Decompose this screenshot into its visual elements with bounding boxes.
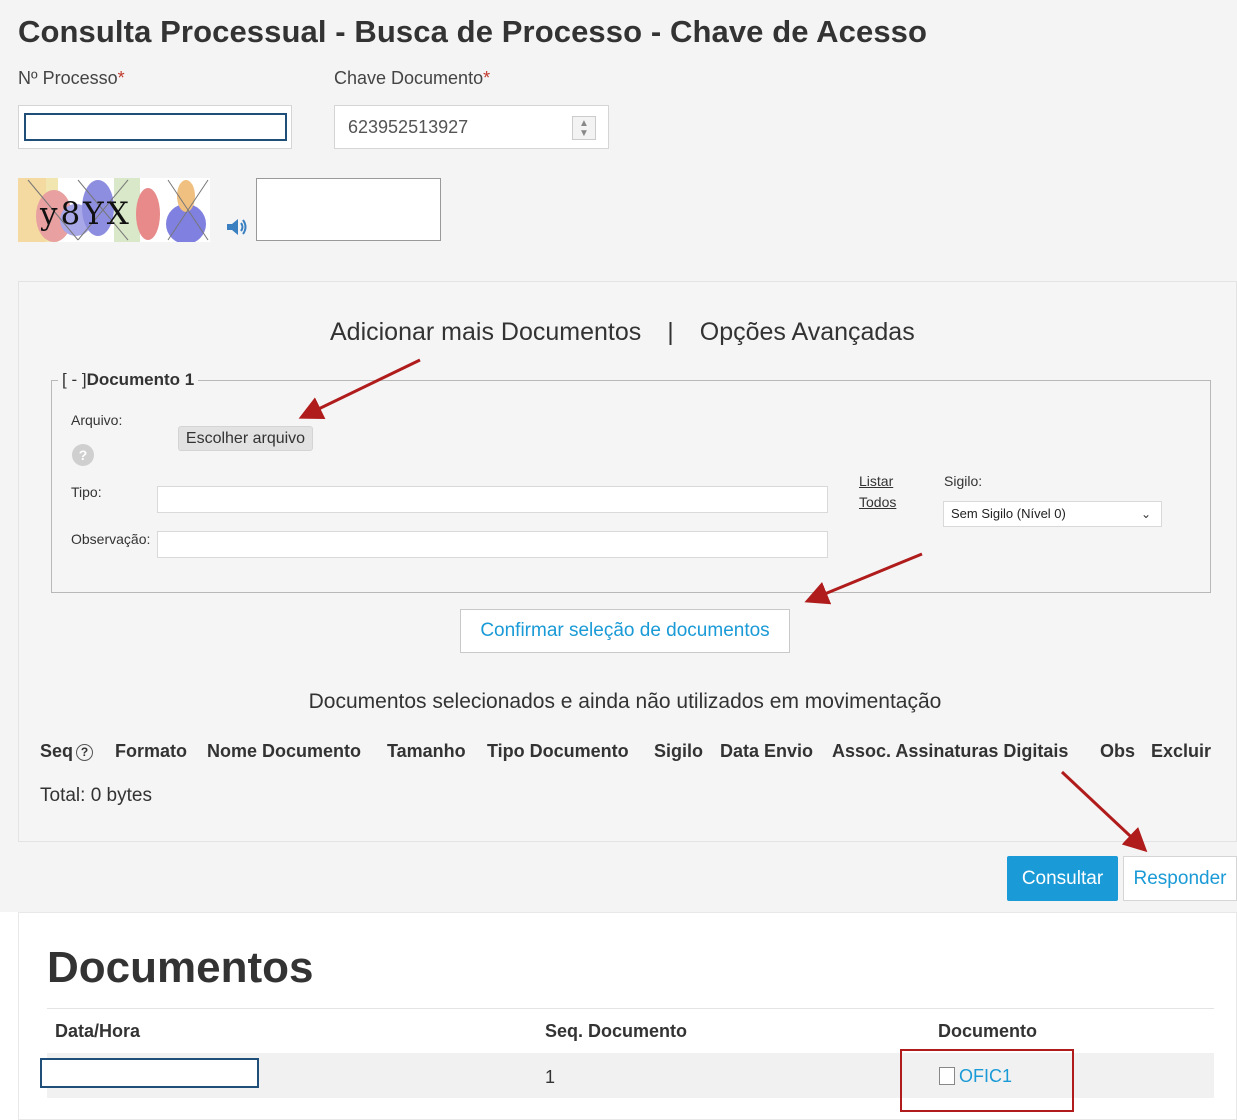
required-mark: * (117, 68, 125, 88)
observacao-input[interactable] (157, 531, 828, 558)
sigilo-selected-value: Sem Sigilo (Nível 0) (951, 506, 1066, 521)
th-seq-documento: Seq. Documento (545, 1021, 688, 1041)
total-size: Total: 0 bytes (40, 785, 152, 806)
selected-documents-heading: Documentos selecionados e ainda não util… (308, 690, 942, 713)
col-seq: Seq? (40, 741, 94, 762)
collapse-toggle[interactable]: [ - ] (62, 370, 87, 389)
stepper-icon[interactable]: ▲ ▼ (572, 116, 596, 140)
chevron-down-icon: ⌄ (1140, 507, 1151, 521)
col-sigilo: Sigilo (654, 741, 703, 761)
panel-links: Adicionar mais Documentos | Opções Avançad… (330, 318, 915, 347)
th-documento: Documento (938, 1021, 1037, 1041)
seq-cell: 1 (545, 1067, 556, 1087)
fieldset-legend: [ - ]Documento 1 (58, 370, 199, 390)
col-assinaturas: Assoc. Assinaturas Digitais (832, 741, 1069, 761)
page-title: Consulta Processual - Busca de Processo … (18, 14, 928, 49)
chave-documento-input[interactable]: 623952513927 ▲ ▼ (334, 105, 609, 149)
responder-button[interactable]: Responder (1123, 856, 1237, 901)
consultar-button[interactable]: Consultar (1007, 856, 1118, 901)
divider (47, 1008, 1214, 1009)
listar-todos-link[interactable]: Listar Todos (859, 473, 896, 515)
arquivo-label: Arquivo: (71, 412, 123, 428)
link-separator: | (667, 318, 674, 346)
tipo-label: Tipo: (71, 484, 102, 500)
processo-input-wrapper (18, 105, 292, 149)
sigilo-label: Sigilo: (944, 473, 983, 489)
annotation-highlight-box (900, 1049, 1074, 1112)
col-excluir: Excluir (1151, 741, 1212, 761)
choose-file-button[interactable]: Escolher arquivo (178, 426, 313, 451)
captcha-image: y8YX (18, 178, 210, 242)
col-nome-documento: Nome Documento (207, 741, 362, 761)
advanced-options-link[interactable]: Opções Avançadas (700, 318, 915, 346)
chave-documento-value: 623952513927 (348, 117, 469, 137)
captcha-text: y8YX (40, 196, 132, 232)
processo-label-text: Nº Processo (18, 68, 118, 88)
help-icon[interactable]: ? (76, 744, 94, 761)
tipo-input[interactable] (157, 486, 828, 513)
col-formato: Formato (115, 741, 187, 761)
col-data-envio: Data Envio (720, 741, 814, 761)
required-mark: * (483, 68, 491, 88)
todos-text: Todos (859, 494, 897, 510)
documents-title: Documentos (47, 943, 314, 992)
captcha-input[interactable] (256, 178, 441, 241)
col-tipo-documento: Tipo Documento (487, 741, 629, 761)
col-seq-label: Seq (40, 741, 74, 761)
chave-label-text: Chave Documento (334, 68, 484, 88)
chave-label: Chave Documento* (334, 68, 490, 89)
add-documents-link[interactable]: Adicionar mais Documentos (330, 318, 641, 346)
col-obs: Obs (1100, 741, 1136, 761)
th-data-hora: Data/Hora (55, 1021, 141, 1041)
sigilo-select[interactable]: Sem Sigilo (Nível 0) ⌄ (943, 501, 1162, 527)
data-hora-cell (40, 1058, 259, 1088)
observacao-label: Observação: (71, 531, 151, 547)
legend-title: Documento 1 (86, 370, 195, 389)
confirm-selection-button[interactable]: Confirmar seleção de documentos (460, 609, 790, 653)
listar-text: Listar (859, 473, 894, 489)
processo-label: Nº Processo* (18, 68, 125, 89)
speaker-icon[interactable] (224, 214, 250, 240)
processo-input[interactable] (24, 113, 287, 141)
col-tamanho: Tamanho (387, 741, 466, 761)
help-icon[interactable]: ? (72, 444, 94, 466)
